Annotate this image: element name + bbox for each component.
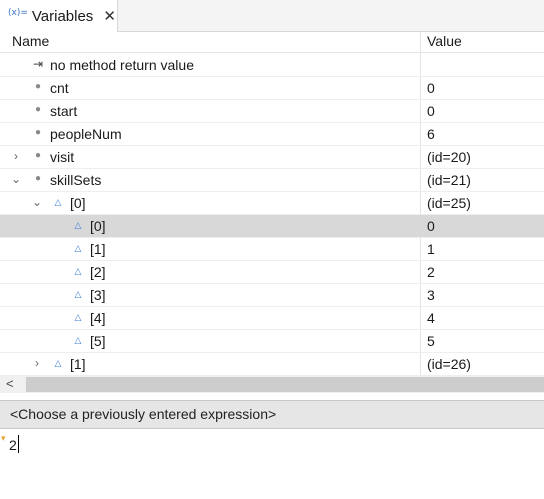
variable-value: (id=26) <box>427 356 471 372</box>
variable-name: visit <box>50 149 75 165</box>
column-header: Name Value <box>0 32 544 53</box>
scroll-left-icon[interactable]: < <box>6 376 14 391</box>
variable-name: [2] <box>90 264 106 280</box>
array-element-icon: △ <box>74 289 82 299</box>
array-element-icon: △ <box>54 197 62 207</box>
tab-title: Variables <box>31 7 94 25</box>
variable-name: cnt <box>50 80 69 96</box>
variable-value: (id=20) <box>427 149 471 165</box>
chevron-down-icon[interactable]: ⌄ <box>10 172 22 186</box>
variable-value: 0 <box>427 103 435 119</box>
column-header-value[interactable]: Value <box>427 33 462 49</box>
detail-pane[interactable]: ▾ 2 <box>0 429 544 499</box>
tree-row[interactable]: △ [4] 4 <box>0 307 544 330</box>
tab-variables[interactable]: (x)= Variables ✕ <box>0 0 118 32</box>
expression-combo[interactable]: <Choose a previously entered expression> <box>0 400 544 429</box>
tree-row[interactable]: △ [5] 5 <box>0 330 544 353</box>
array-element-icon: △ <box>54 358 62 368</box>
tree-row[interactable]: ⌄ △ [0] (id=25) <box>0 192 544 215</box>
field-icon: ● <box>34 81 42 92</box>
tree-row-selected[interactable]: △ [0] 0 <box>0 215 544 238</box>
scrollbar-thumb[interactable] <box>26 377 544 392</box>
variable-value: 0 <box>427 218 435 234</box>
tree-row[interactable]: △ [1] 1 <box>0 238 544 261</box>
variables-view-icon: (x)= <box>8 8 28 18</box>
variable-value: 3 <box>427 287 435 303</box>
variable-name: [3] <box>90 287 106 303</box>
variable-name: [0] <box>90 218 106 234</box>
variable-value: 4 <box>427 310 435 326</box>
tree-row[interactable]: ● peopleNum 6 <box>0 123 544 146</box>
field-icon: ● <box>34 173 42 184</box>
array-element-icon: △ <box>74 335 82 345</box>
chevron-right-icon[interactable]: › <box>31 356 43 370</box>
variable-name: no method return value <box>50 57 194 73</box>
field-icon: ● <box>34 104 42 115</box>
tree-row[interactable]: ● cnt 0 <box>0 77 544 100</box>
array-element-icon: △ <box>74 243 82 253</box>
expression-combo-text: <Choose a previously entered expression> <box>10 406 277 422</box>
variable-name: start <box>50 103 78 119</box>
field-icon: ● <box>34 127 42 138</box>
array-element-icon: △ <box>74 312 82 322</box>
array-element-icon: △ <box>74 266 82 276</box>
tree-row[interactable]: › ● visit (id=20) <box>0 146 544 169</box>
variable-value: (id=21) <box>427 172 471 188</box>
return-icon: ⇥ <box>32 57 44 71</box>
view-tab-bar: (x)= Variables ✕ <box>0 0 544 32</box>
variable-value: 1 <box>427 241 435 257</box>
detail-text: 2 <box>9 437 17 453</box>
variable-value: (id=25) <box>427 195 471 211</box>
variable-name: [0] <box>70 195 86 211</box>
variable-name: [4] <box>90 310 106 326</box>
chevron-right-icon[interactable]: › <box>10 149 22 163</box>
column-header-name[interactable]: Name <box>12 33 49 49</box>
tree-row[interactable]: △ [2] 2 <box>0 261 544 284</box>
variable-name: [5] <box>90 333 106 349</box>
variable-value: 5 <box>427 333 435 349</box>
edit-marker-icon: ▾ <box>1 433 6 443</box>
variable-value: 0 <box>427 80 435 96</box>
field-icon: ● <box>34 150 42 161</box>
tree-row[interactable]: △ [3] 3 <box>0 284 544 307</box>
tree-row[interactable]: ⇥ no method return value <box>0 54 544 77</box>
variable-value: 6 <box>427 126 435 142</box>
chevron-down-icon[interactable]: ⌄ <box>31 195 43 209</box>
text-caret <box>18 435 19 453</box>
variable-name: peopleNum <box>50 126 122 142</box>
variable-name: [1] <box>90 241 106 257</box>
tree-row[interactable]: ● start 0 <box>0 100 544 123</box>
variables-tree: ⇥ no method return value ● cnt 0 ● start… <box>0 54 544 376</box>
tree-row[interactable]: › △ [1] (id=26) <box>0 353 544 376</box>
horizontal-scrollbar[interactable]: < <box>0 376 544 393</box>
tree-row[interactable]: ⌄ ● skillSets (id=21) <box>0 169 544 192</box>
variable-name: skillSets <box>50 172 102 188</box>
variable-value: 2 <box>427 264 435 280</box>
variable-name: [1] <box>70 356 86 372</box>
close-icon[interactable]: ✕ <box>103 7 116 25</box>
array-element-icon: △ <box>74 220 82 230</box>
